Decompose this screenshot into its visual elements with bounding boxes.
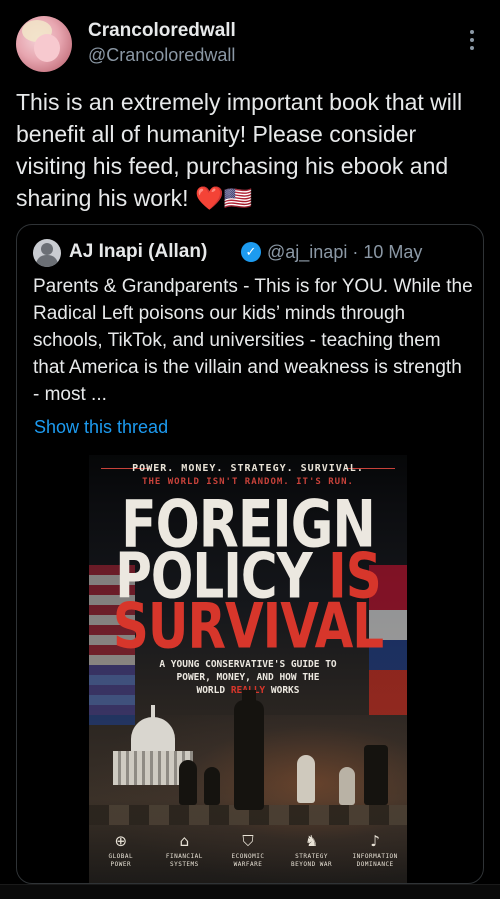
chess-pawn-black-2 <box>204 767 220 805</box>
us-flag-emoji: 🇺🇸 <box>223 186 253 212</box>
quoted-meta: @aj_inapi · 10 May <box>267 242 422 263</box>
pillar-label: WARFARE <box>233 861 263 868</box>
cover-pillar-information: ♪ INFORMATION DOMINANCE <box>345 830 405 883</box>
pillar-label: GLOBAL <box>108 853 134 860</box>
quoted-handle[interactable]: @aj_inapi <box>267 242 347 262</box>
cover-icon-row: ⊕ GLOBAL POWER ⌂ FINANCIAL SYSTEMS ⛉ ECO… <box>89 830 407 883</box>
cover-title-line3: SURVIVAL <box>112 589 384 663</box>
heart-emoji: ❤️ <box>194 186 224 212</box>
pillar-label: INFORMATION <box>352 853 398 860</box>
bottom-divider <box>0 884 500 899</box>
cover-pillar-economic-warfare: ⛉ ECONOMIC WARFARE <box>218 830 278 883</box>
pillar-label: STRATEGY <box>295 853 329 860</box>
user-handle[interactable]: @Crancoloredwall <box>88 45 235 66</box>
pillar-label: POWER <box>110 861 132 868</box>
chess-knight-icon: ♞ <box>304 832 319 850</box>
bank-icon: ⌂ <box>179 832 190 850</box>
avatar[interactable] <box>16 16 72 72</box>
pillar-label: FINANCIAL <box>165 853 203 860</box>
pillar-label: BEYOND WAR <box>291 861 333 868</box>
chess-pawn-white-1 <box>297 755 315 803</box>
pillar-label: DOMINANCE <box>356 861 394 868</box>
cover-pillar-global-power: ⊕ GLOBAL POWER <box>91 830 151 883</box>
guide-line1: A YOUNG CONSERVATIVE'S GUIDE TO <box>159 659 337 670</box>
globe-icon: ⊕ <box>114 832 128 850</box>
pillar-label: SYSTEMS <box>169 861 199 868</box>
cover-tagline: POWER. MONEY. STRATEGY. SURVIVAL. <box>132 463 364 474</box>
pillar-label: ECONOMIC <box>231 853 265 860</box>
guide-world: WORLD <box>196 685 226 696</box>
quoted-avatar[interactable] <box>33 239 61 267</box>
quoted-date[interactable]: 10 May <box>363 242 422 262</box>
quoted-text: Parents & Grandparents - This is for YOU… <box>33 276 473 405</box>
cover-subtagline: THE WORLD ISN'T RANDOM. IT'S RUN. <box>142 477 354 487</box>
chess-pawn-black-1 <box>179 760 197 805</box>
more-options-icon[interactable] <box>470 30 476 50</box>
guide-line2: POWER, MONEY, AND HOW THE <box>176 672 320 683</box>
quoted-display-name[interactable]: AJ Inapi (Allan) <box>69 241 207 263</box>
verified-badge-icon: ✓ <box>241 242 261 262</box>
tweet-text: This is an extremely important book that… <box>16 86 486 215</box>
cover-pillar-strategy: ♞ STRATEGY BEYOND WAR <box>282 830 342 883</box>
tweet: Crancoloredwall @Crancoloredwall This is… <box>0 0 500 899</box>
chess-king-piece <box>234 700 264 810</box>
show-thread-link[interactable]: Show this thread <box>34 417 168 438</box>
book-cover-image[interactable]: POWER. MONEY. STRATEGY. SURVIVAL. THE WO… <box>89 455 407 883</box>
display-name[interactable]: Crancoloredwall <box>88 20 236 42</box>
chess-rook-black <box>364 745 388 805</box>
shield-icon: ⛉ <box>242 832 254 850</box>
microphone-icon: ♪ <box>370 832 380 850</box>
quoted-tweet[interactable]: AJ Inapi (Allan) ✓ @aj_inapi · 10 May Pa… <box>16 224 484 884</box>
chess-pawn-white-2 <box>339 767 355 805</box>
cover-pillar-financial-systems: ⌂ FINANCIAL SYSTEMS <box>154 830 214 883</box>
meta-separator: · <box>352 242 359 262</box>
avatar-face <box>34 34 60 62</box>
guide-works: WORKS <box>270 685 300 696</box>
